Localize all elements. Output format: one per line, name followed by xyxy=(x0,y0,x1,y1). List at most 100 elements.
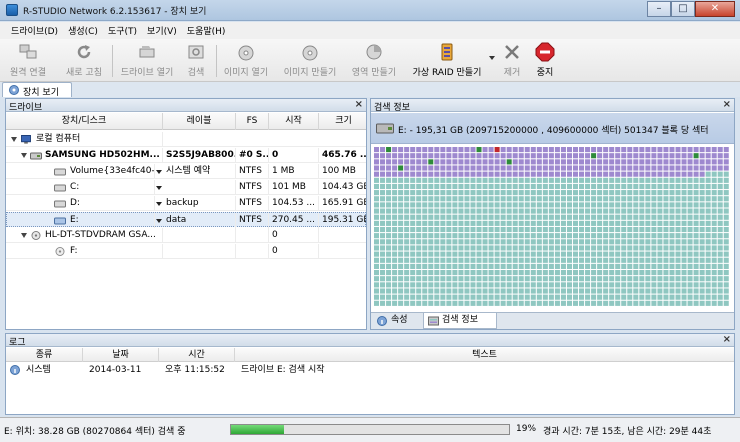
scan-block xyxy=(500,270,506,276)
raid-dropdown-arrow[interactable] xyxy=(489,56,495,60)
column-fs[interactable]: FS xyxy=(236,113,269,130)
scan-block xyxy=(500,294,506,300)
scan-block xyxy=(621,220,627,226)
scan-block xyxy=(440,263,446,269)
log-row[interactable]: 시스템 2014-03-11 오후 11:15:52 드라이브 E: 검색 시작 xyxy=(6,363,734,377)
scan-block xyxy=(386,220,392,226)
expand-arrow-icon[interactable] xyxy=(21,153,27,158)
maximize-button[interactable]: □ xyxy=(671,1,695,17)
log-column-type[interactable]: 종류 xyxy=(6,348,83,362)
drives-panel-close-button[interactable]: × xyxy=(355,99,363,110)
menu-create[interactable]: 생성(C) xyxy=(63,24,103,37)
create-image-button[interactable]: 이미지 만들기 xyxy=(280,42,340,80)
log-column-time[interactable]: 시간 xyxy=(159,348,235,362)
scan-block xyxy=(554,294,560,300)
log-column-date[interactable]: 날짜 xyxy=(83,348,159,362)
scan-block xyxy=(488,257,494,263)
drive-start: 1 MB xyxy=(269,164,319,179)
menu-help[interactable]: 도움말(H) xyxy=(182,24,231,37)
drive-row-c[interactable]: C: NTFS 101 MB 104.43 GB xyxy=(6,180,366,195)
stop-button[interactable]: 중지 xyxy=(532,42,558,80)
scan-block xyxy=(560,239,566,245)
drive-row-samsung[interactable]: SAMSUNG HD502HM... S2S5J9AB800... #0 S..… xyxy=(6,148,366,163)
scan-block xyxy=(548,239,554,245)
log-panel-close-button[interactable]: × xyxy=(723,334,731,345)
scan-block xyxy=(458,257,464,263)
scan-block xyxy=(428,233,434,239)
scan-block xyxy=(560,263,566,269)
scan-block xyxy=(386,263,392,269)
create-raid-button[interactable]: 가상 RAID 만들기 xyxy=(408,42,486,80)
drive-row-local-computer[interactable]: 로컬 컴퓨터 xyxy=(6,132,366,147)
scan-block xyxy=(579,263,585,269)
scan-block xyxy=(657,196,663,202)
create-region-button[interactable]: 영역 만들기 xyxy=(348,42,400,80)
scan-block xyxy=(422,239,428,245)
drive-row-f[interactable]: F: 0 xyxy=(6,244,366,259)
expand-arrow-icon[interactable] xyxy=(21,233,27,238)
scan-block xyxy=(416,214,422,220)
scan-block xyxy=(615,196,621,202)
drive-row-volume[interactable]: Volume{33e4fc40-d... 시스템 예약 NTFS 1 MB 10… xyxy=(6,164,366,179)
remove-button[interactable]: 제거 xyxy=(500,42,524,80)
scan-block xyxy=(603,159,609,165)
scan-block xyxy=(530,159,536,165)
scan-block xyxy=(597,263,603,269)
scan-block xyxy=(699,270,705,276)
scan-block xyxy=(506,288,512,294)
chevron-down-icon[interactable] xyxy=(156,219,162,223)
scan-block xyxy=(386,233,392,239)
scan-block xyxy=(548,276,554,282)
scan-block xyxy=(488,171,494,177)
menu-view[interactable]: 보기(V) xyxy=(142,24,182,37)
minimize-button[interactable]: – xyxy=(647,1,671,17)
scan-block xyxy=(681,171,687,177)
scan-block xyxy=(548,171,554,177)
menu-tools[interactable]: 도구(T) xyxy=(103,24,142,37)
scan-block xyxy=(482,177,488,183)
scan-block xyxy=(392,202,398,208)
open-drive-button[interactable]: 드라이브 열기 xyxy=(118,42,176,80)
menu-drive[interactable]: 드라이브(D) xyxy=(6,24,63,37)
scan-block xyxy=(434,233,440,239)
open-image-button[interactable]: 이미지 열기 xyxy=(220,42,272,80)
scan-block xyxy=(711,226,717,233)
scan-block xyxy=(392,251,398,257)
scan-block xyxy=(470,233,476,239)
scan-block xyxy=(585,294,591,300)
column-device[interactable]: 장치/디스크 xyxy=(6,113,163,130)
drive-row-d[interactable]: D: backup NTFS 104.53 ... 165.91 GB xyxy=(6,196,366,211)
tab-device-view[interactable]: 장치 보기 xyxy=(2,82,72,98)
chevron-down-icon[interactable] xyxy=(156,170,162,174)
connect-button[interactable]: 원격 연결 xyxy=(6,42,50,80)
drive-fs: NTFS xyxy=(236,213,269,228)
expand-arrow-icon[interactable] xyxy=(11,137,17,142)
close-button[interactable]: ✕ xyxy=(695,1,735,17)
chevron-down-icon[interactable] xyxy=(156,186,162,190)
scan-block xyxy=(524,183,530,190)
scan-block xyxy=(591,257,597,263)
scan-progress-fill xyxy=(231,425,284,434)
scan-block xyxy=(380,270,386,276)
drive-row-e[interactable]: E: data NTFS 270.45 ... 195.31 GB xyxy=(6,212,366,228)
scan-block xyxy=(410,153,416,159)
scan-block xyxy=(585,239,591,245)
drive-row-dvd[interactable]: HL-DT-STDVDRAM GSA... 0 xyxy=(6,228,366,243)
log-column-text[interactable]: 텍스트 xyxy=(235,348,734,362)
scan-block xyxy=(458,251,464,257)
scan-block xyxy=(579,294,585,300)
column-label[interactable]: 레이블 xyxy=(163,113,236,130)
scan-button[interactable]: 검색 xyxy=(184,42,208,80)
scan-block xyxy=(380,196,386,202)
scan-block xyxy=(512,263,518,269)
scan-block xyxy=(470,300,476,306)
search-panel-close-button[interactable]: × xyxy=(723,99,731,110)
refresh-button[interactable]: 새로 고침 xyxy=(62,42,106,80)
column-size[interactable]: 크기 xyxy=(319,113,366,130)
scan-block xyxy=(699,202,705,208)
chevron-down-icon[interactable] xyxy=(156,202,162,206)
column-start[interactable]: 시작 xyxy=(269,113,319,130)
tab-properties[interactable]: 속성 xyxy=(373,313,421,329)
tab-search-info[interactable]: 검색 정보 xyxy=(423,313,497,329)
refresh-label: 새로 고침 xyxy=(66,68,102,78)
